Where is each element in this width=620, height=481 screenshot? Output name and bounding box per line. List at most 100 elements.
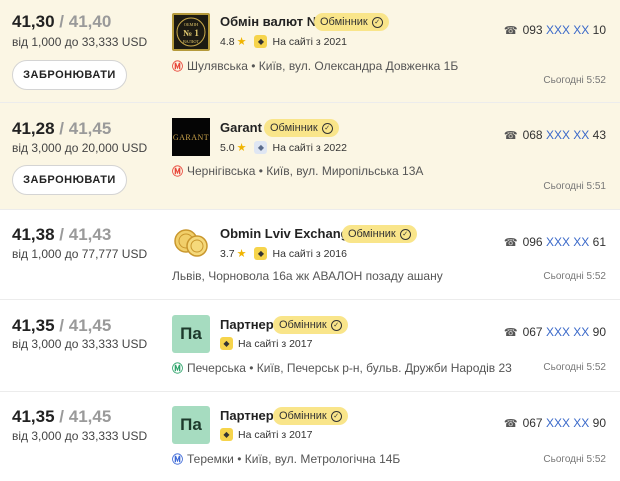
rate-pair: 41,35 / 41,45 xyxy=(12,316,111,336)
phone-number[interactable]: ☎ 068 XXX XX 43 xyxy=(504,128,606,142)
diamond-icon: ◆ xyxy=(254,35,268,48)
verified-check-icon: ✓ xyxy=(330,319,342,331)
exchanger-logo[interactable] xyxy=(172,224,210,262)
sell-rate: 41,43 xyxy=(68,225,112,244)
exchange-list: 41,30 / 41,40 від 1,000 до 33,333 USD ЗА… xyxy=(0,0,620,481)
exchanger-name[interactable]: Garant xyxy=(220,120,262,135)
buy-rate: 41,35 xyxy=(12,407,55,426)
diamond-icon: ◆ xyxy=(254,141,268,154)
badge-label: Обмінник xyxy=(279,410,327,422)
exchanger-badge: Обмінник ✓ xyxy=(273,407,348,425)
sell-rate: 41,40 xyxy=(68,12,112,31)
exchanger-badge: Обмінник ✓ xyxy=(264,119,339,137)
phone-number[interactable]: ☎ 067 XXX XX 90 xyxy=(504,416,606,430)
metro-icon: Ⓜ xyxy=(172,363,183,375)
listing-row[interactable]: 41,35 / 41,45 від 3,000 до 33,333 USD Па… xyxy=(0,300,620,392)
update-time: Сьогодні 5:52 xyxy=(543,75,606,86)
metro-icon: Ⓜ xyxy=(172,166,183,178)
badge-label: Обмінник xyxy=(320,16,368,28)
rating-meta: ◆ На сайті з 2017 xyxy=(220,428,312,441)
rate-separator: / xyxy=(59,225,65,244)
address[interactable]: Ⓜ Чернігівська • Київ, вул. Миропільська… xyxy=(172,163,423,179)
rating-meta: ◆ На сайті з 2017 xyxy=(220,337,312,350)
phone-number[interactable]: ☎ 093 XXX XX 10 xyxy=(504,23,606,37)
exchanger-logo[interactable]: Па xyxy=(172,315,210,353)
phone-number[interactable]: ☎ 096 XXX XX 61 xyxy=(504,235,606,249)
rating-value: 3.7 xyxy=(220,247,235,260)
phone-suffix: 61 xyxy=(592,235,606,249)
garant-logo-text: GARANT xyxy=(172,132,210,142)
phone-mask[interactable]: XXX XX xyxy=(546,128,589,142)
exchanger-logo[interactable]: GARANT xyxy=(172,118,210,156)
obmin-logo-image: ОБМІН № 1 ВАЛЮТ xyxy=(176,17,206,47)
rate-separator: / xyxy=(59,119,65,138)
exchanger-badge: Обмінник ✓ xyxy=(273,316,348,334)
rate-pair: 41,30 / 41,40 xyxy=(12,12,111,32)
exchanger-name[interactable]: Партнер xyxy=(220,408,274,423)
verified-check-icon: ✓ xyxy=(330,410,342,422)
phone-mask[interactable]: XXX XX xyxy=(546,325,589,339)
diamond-icon: ◆ xyxy=(220,337,233,350)
exchanger-name[interactable]: Obmin Lviv Exchange xyxy=(220,226,356,241)
address[interactable]: Ⓜ Шулявська • Київ, вул. Олександра Довж… xyxy=(172,58,458,74)
address[interactable]: Ⓜ Теремки • Київ, вул. Метрологічна 14Б xyxy=(172,451,400,467)
diamond-icon: ◆ xyxy=(254,247,268,260)
phone-icon: ☎ xyxy=(503,236,518,249)
listing-row[interactable]: 41,38 / 41,43 від 1,000 до 77,777 USD Ob… xyxy=(0,210,620,300)
update-time: Сьогодні 5:51 xyxy=(543,181,606,192)
diamond-icon: ◆ xyxy=(220,428,233,441)
badge-label: Обмінник xyxy=(279,319,327,331)
exchanger-logo[interactable]: ОБМІН № 1 ВАЛЮТ xyxy=(172,13,210,51)
address-text: Шулявська • Київ, вул. Олександра Довжен… xyxy=(187,59,459,73)
address[interactable]: Львів, Чорновола 16а жк АВАЛОН позаду аш… xyxy=(172,269,443,283)
buy-rate: 41,35 xyxy=(12,316,55,335)
phone-suffix: 43 xyxy=(592,128,606,142)
metro-icon: Ⓜ xyxy=(172,454,183,466)
svg-text:ОБМІН: ОБМІН xyxy=(184,22,199,27)
since-label: На сайті з 2017 xyxy=(238,428,313,441)
amount-range: від 3,000 до 33,333 USD xyxy=(12,429,148,443)
badge-label: Обмінник xyxy=(270,122,318,134)
rate-separator: / xyxy=(59,407,65,426)
phone-prefix: 093 xyxy=(522,23,543,37)
phone-mask[interactable]: XXX XX xyxy=(546,23,589,37)
rating-value: 5.0 xyxy=(220,141,235,154)
book-button[interactable]: ЗАБРОНЮВАТИ xyxy=(12,60,127,90)
address[interactable]: Ⓜ Печерська • Київ, Печерськ р-н, бульв.… xyxy=(172,360,512,376)
address-text: Чернігівська • Київ, вул. Миропільська 1… xyxy=(187,164,424,178)
rating-meta: 5.0 ★ ◆ На сайті з 2022 xyxy=(220,141,347,154)
phone-number[interactable]: ☎ 067 XXX XX 90 xyxy=(504,325,606,339)
exchanger-name[interactable]: Обмін валют №1 xyxy=(220,14,328,29)
listing-row[interactable]: 41,30 / 41,40 від 1,000 до 33,333 USD ЗА… xyxy=(0,0,620,103)
exchanger-badge: Обмінник ✓ xyxy=(314,13,389,31)
phone-suffix: 90 xyxy=(592,416,606,430)
listing-row[interactable]: 41,35 / 41,45 від 3,000 до 33,333 USD Па… xyxy=(0,392,620,481)
since-label: На сайті з 2017 xyxy=(238,337,313,350)
rating-meta: 4.8 ★ ◆ На сайті з 2021 xyxy=(220,35,347,48)
logo-initials: Па xyxy=(180,415,202,434)
since-label: На сайті з 2022 xyxy=(272,141,347,154)
rate-pair: 41,35 / 41,45 xyxy=(12,407,111,427)
update-time: Сьогодні 5:52 xyxy=(543,362,606,373)
rate-pair: 41,38 / 41,43 xyxy=(12,225,111,245)
star-icon: ★ xyxy=(236,36,247,48)
exchanger-name[interactable]: Партнер xyxy=(220,317,274,332)
phone-suffix: 10 xyxy=(592,23,606,37)
phone-prefix: 067 xyxy=(522,325,543,339)
verified-check-icon: ✓ xyxy=(321,122,333,134)
phone-prefix: 067 xyxy=(522,416,543,430)
phone-prefix: 068 xyxy=(522,128,543,142)
address-text: Львів, Чорновола 16а жк АВАЛОН позаду аш… xyxy=(172,269,443,283)
phone-mask[interactable]: XXX XX xyxy=(546,416,589,430)
phone-mask[interactable]: XXX XX xyxy=(546,235,589,249)
update-time: Сьогодні 5:52 xyxy=(543,271,606,282)
listing-row[interactable]: 41,28 / 41,45 від 3,000 до 20,000 USD ЗА… xyxy=(0,103,620,210)
verified-check-icon: ✓ xyxy=(371,16,383,28)
svg-text:ВАЛЮТ: ВАЛЮТ xyxy=(183,39,200,44)
rate-separator: / xyxy=(59,316,65,335)
phone-suffix: 90 xyxy=(592,325,606,339)
exchanger-logo[interactable]: Па xyxy=(172,406,210,444)
update-time: Сьогодні 5:52 xyxy=(543,454,606,465)
book-button[interactable]: ЗАБРОНЮВАТИ xyxy=(12,165,127,195)
star-icon: ★ xyxy=(236,142,247,154)
